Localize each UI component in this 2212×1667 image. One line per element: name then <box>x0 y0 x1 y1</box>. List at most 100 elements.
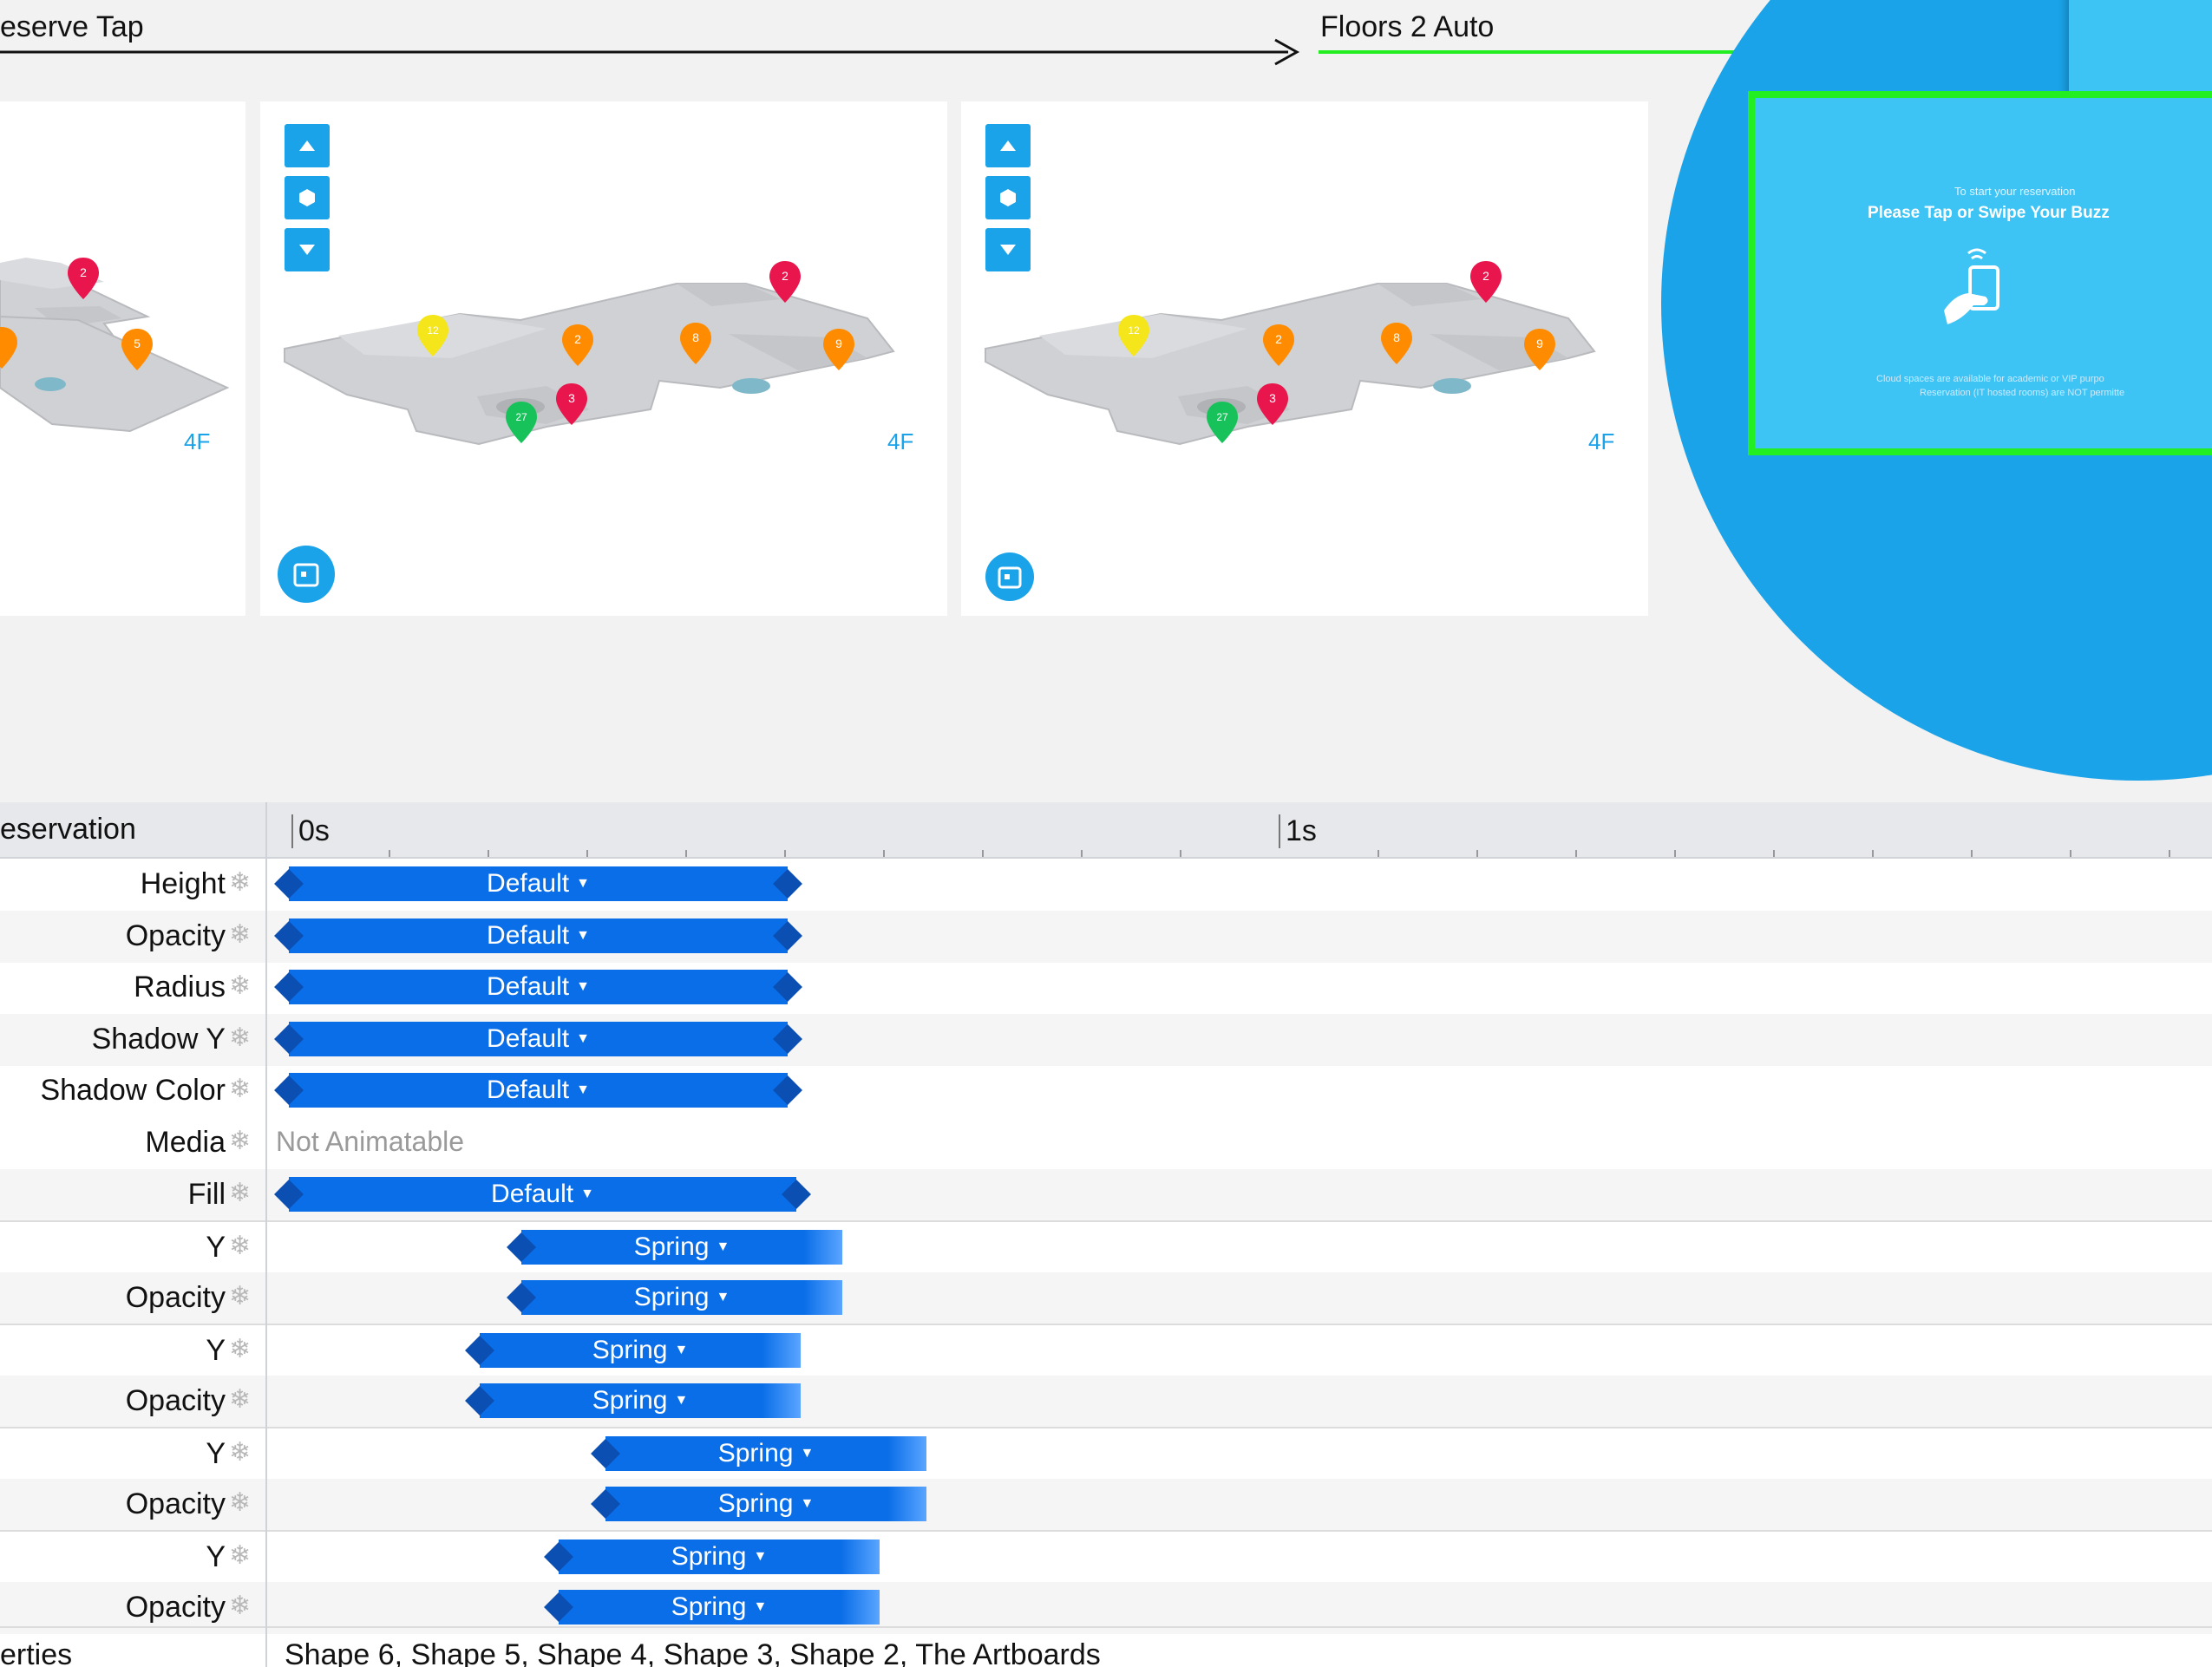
freeze-icon[interactable]: ❄ <box>229 1487 251 1518</box>
pin-green-icon[interactable]: 27 <box>504 400 539 445</box>
pin-orange-icon[interactable]: 9 <box>1522 327 1557 372</box>
keyframe-start[interactable] <box>544 1592 573 1622</box>
keyframe-start[interactable] <box>507 1283 536 1312</box>
animation-bar[interactable]: Default ▼ <box>274 1177 811 1212</box>
freeze-icon[interactable]: ❄ <box>229 971 251 1001</box>
keyframe-end[interactable] <box>773 869 802 899</box>
freeze-icon[interactable]: ❄ <box>229 1540 251 1571</box>
animation-bar[interactable]: Spring ▼ <box>544 1590 880 1625</box>
animation-bar[interactable]: Spring ▼ <box>591 1487 926 1521</box>
freeze-icon[interactable]: ❄ <box>229 1334 251 1364</box>
keyframe-start[interactable] <box>507 1232 536 1262</box>
property-label: Opacity <box>125 1591 226 1624</box>
floor-label: 4F <box>887 428 914 454</box>
property-label: Opacity <box>125 1487 226 1520</box>
preview-artboard-selected[interactable]: To start your reservation Please Tap or … <box>1748 91 2212 455</box>
freeze-icon[interactable]: ❄ <box>229 1023 251 1053</box>
artboard-card-floors-a[interactable]: 2 12 2 8 9 3 27 4F <box>260 101 947 616</box>
keyframe-start[interactable] <box>274 1024 304 1054</box>
track-row[interactable]: Opacity ❄ Spring ▼ <box>0 1376 2212 1428</box>
animation-bar[interactable]: Spring ▼ <box>465 1383 801 1418</box>
pin-label: 2 <box>1275 332 1282 346</box>
artboard-card-partial[interactable]: 2 5 4F <box>0 101 245 616</box>
freeze-icon[interactable]: ❄ <box>229 1231 251 1261</box>
pin-yellow-icon[interactable]: 12 <box>416 313 450 358</box>
animation-bar[interactable]: Spring ▼ <box>591 1436 926 1471</box>
pin-red-icon[interactable]: 2 <box>1469 259 1503 304</box>
pin-orange-icon[interactable]: 2 <box>1261 323 1296 368</box>
animation-bar[interactable]: Default ▼ <box>274 866 802 901</box>
animation-bar[interactable]: Default ▼ <box>274 1073 802 1108</box>
reserve-button[interactable] <box>278 546 335 603</box>
popup-note-line-1: Cloud spaces are available for academic … <box>1876 374 2104 384</box>
keyframe-start[interactable] <box>591 1439 620 1468</box>
keyframe-start[interactable] <box>274 921 304 951</box>
track-row[interactable]: Shadow Color ❄ Default ▼ <box>0 1065 2212 1117</box>
keyframe-end[interactable] <box>773 1024 802 1054</box>
animation-bar[interactable]: Spring ▼ <box>507 1230 842 1265</box>
chevron-down-icon: ▼ <box>800 1496 815 1511</box>
curve-label: Spring <box>671 1542 747 1571</box>
animation-bar[interactable]: Default ▼ <box>274 1022 802 1056</box>
track-row[interactable]: Y ❄ Spring ▼ <box>0 1324 2212 1376</box>
calendar-icon <box>293 563 319 587</box>
animation-bar[interactable]: Spring ▼ <box>465 1333 801 1368</box>
pin-orange-icon[interactable]: 8 <box>1379 321 1414 366</box>
freeze-icon[interactable]: ❄ <box>229 1281 251 1311</box>
keyframe-start[interactable] <box>274 1075 304 1105</box>
animation-bar[interactable]: Spring ▼ <box>544 1540 880 1574</box>
keyframe-start[interactable] <box>274 972 304 1002</box>
freeze-icon[interactable]: ❄ <box>229 1591 251 1621</box>
pin-red-icon[interactable]: 2 <box>768 259 802 304</box>
keyframe-start[interactable] <box>465 1386 494 1415</box>
track-row[interactable]: Opacity ❄ Spring ▼ <box>0 1272 2212 1324</box>
track-row[interactable]: Media ❄ Not Animatable <box>0 1117 2212 1169</box>
animation-bar[interactable]: Spring ▼ <box>507 1280 842 1315</box>
pin-label: 12 <box>1128 324 1140 337</box>
flow-label-floors-2-auto[interactable]: Floors 2 Auto <box>1320 10 1494 44</box>
keyframe-start[interactable] <box>544 1542 573 1572</box>
pin-red-icon[interactable]: 2 <box>66 256 101 301</box>
keyframe-start[interactable] <box>591 1489 620 1519</box>
pin-label: 3 <box>1269 391 1276 405</box>
freeze-icon[interactable]: ❄ <box>229 1437 251 1468</box>
keyframe-end[interactable] <box>782 1180 811 1209</box>
track-row[interactable]: Y ❄ Spring ▼ <box>0 1220 2212 1272</box>
keyframe-start[interactable] <box>274 1180 304 1209</box>
pin-red-icon[interactable]: 3 <box>554 382 589 427</box>
pin-red-icon[interactable]: 3 <box>1255 382 1290 427</box>
track-row[interactable]: Height ❄ Default ▼ <box>0 859 2212 911</box>
pin-yellow-icon[interactable]: 12 <box>1116 313 1151 358</box>
pin-orange-icon[interactable]: 9 <box>821 327 856 372</box>
keyframe-end[interactable] <box>773 921 802 951</box>
keyframe-start[interactable] <box>274 869 304 899</box>
track-row[interactable]: Y ❄ Spring ▼ <box>0 1427 2212 1479</box>
flow-arrow-black <box>0 38 1300 66</box>
freeze-icon[interactable]: ❄ <box>229 1126 251 1156</box>
freeze-icon[interactable]: ❄ <box>229 867 251 898</box>
transition-name[interactable]: eservation <box>0 813 136 847</box>
pin-orange-icon[interactable]: 5 <box>120 327 154 372</box>
keyframe-start[interactable] <box>465 1336 494 1365</box>
keyframe-end[interactable] <box>773 1075 802 1105</box>
pin-orange-icon[interactable] <box>0 325 19 370</box>
track-row[interactable]: Opacity ❄ Default ▼ <box>0 911 2212 963</box>
freeze-icon[interactable]: ❄ <box>229 1074 251 1104</box>
track-row[interactable]: Radius ❄ Default ▼ <box>0 962 2212 1014</box>
animation-bar[interactable]: Default ▼ <box>274 918 802 953</box>
keyframe-end[interactable] <box>773 972 802 1002</box>
pin-green-icon[interactable]: 27 <box>1205 400 1240 445</box>
track-row[interactable]: Fill ❄ Default ▼ <box>0 1169 2212 1221</box>
freeze-icon[interactable]: ❄ <box>229 1178 251 1208</box>
pin-orange-icon[interactable]: 8 <box>678 321 713 366</box>
track-row[interactable]: Opacity ❄ Spring ▼ <box>0 1479 2212 1531</box>
track-row[interactable]: Shadow Y ❄ Default ▼ <box>0 1014 2212 1066</box>
artboard-card-floors-b[interactable]: 2 12 2 8 9 3 27 4F <box>961 101 1648 616</box>
animation-bar[interactable]: Default ▼ <box>274 970 802 1004</box>
pin-orange-icon[interactable]: 2 <box>560 323 595 368</box>
freeze-icon[interactable]: ❄ <box>229 1384 251 1415</box>
track-row[interactable]: Y ❄ Spring ▼ <box>0 1530 2212 1582</box>
freeze-icon[interactable]: ❄ <box>229 919 251 950</box>
reserve-button[interactable] <box>985 552 1034 601</box>
timeline-divider[interactable] <box>265 802 267 1667</box>
